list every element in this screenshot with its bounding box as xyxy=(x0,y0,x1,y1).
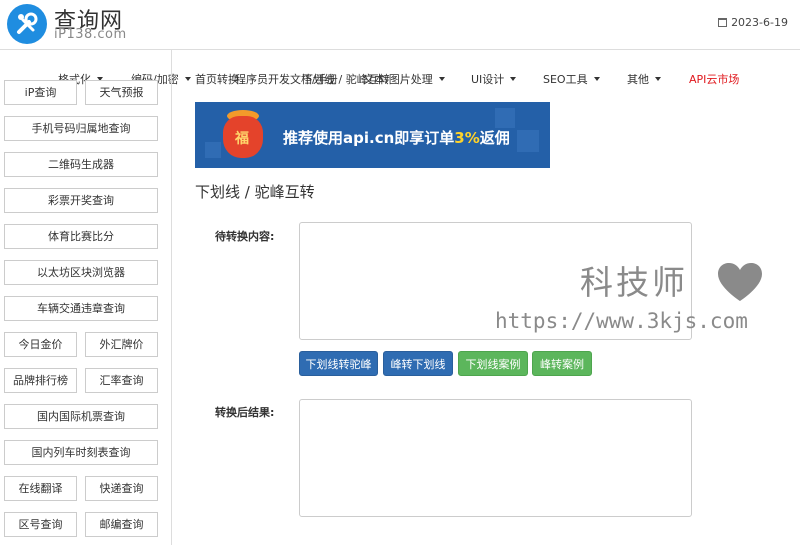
camel-to-underscore-button[interactable]: 峰转下划线 xyxy=(383,351,453,376)
header-date: 2023-6-19 xyxy=(718,16,788,29)
nav-other[interactable]: 其他 xyxy=(627,71,661,87)
sidebar-express[interactable]: 快递查询 xyxy=(85,476,158,501)
sidebar-traffic-violation[interactable]: 车辆交通违章查询 xyxy=(4,296,158,321)
sidebar-qrcode[interactable]: 二维码生成器 xyxy=(4,152,158,177)
sidebar-lottery[interactable]: 彩票开奖查询 xyxy=(4,188,158,213)
chevron-down-icon xyxy=(438,77,445,81)
nav-home[interactable]: 首页 xyxy=(195,71,217,87)
banner-text: 推荐使用api.cn即享订单3%返佣 xyxy=(283,129,510,147)
sidebar-phone-location[interactable]: 手机号码归属地查询 xyxy=(4,116,158,141)
sidebar-sports-score[interactable]: 体育比赛比分 xyxy=(4,224,158,249)
banner-decor-square xyxy=(205,142,221,158)
sidebar-ip-query[interactable]: iP查询 xyxy=(4,80,77,105)
sidebar-postcode[interactable]: 邮编查询 xyxy=(85,512,158,537)
sidebar-translate[interactable]: 在线翻译 xyxy=(4,476,77,501)
chevron-down-icon xyxy=(184,77,191,81)
output-textarea[interactable] xyxy=(299,399,692,517)
underscore-to-camel-button[interactable]: 下划线转驼峰 xyxy=(299,351,378,376)
sidebar-flight-tickets[interactable]: 国内国际机票查询 xyxy=(4,404,158,429)
chevron-down-icon xyxy=(510,77,517,81)
underscore-example-button[interactable]: 下划线案例 xyxy=(458,351,528,376)
nav-text-image[interactable]: 文本/图片处理 xyxy=(363,71,445,87)
logo-subtitle[interactable]: iP138.com xyxy=(54,27,127,42)
banner-decor-square xyxy=(517,130,539,152)
calendar-icon xyxy=(718,18,728,27)
promo-banner[interactable]: 福 推荐使用api.cn即享订单3%返佣 xyxy=(195,102,550,168)
sidebar-weather[interactable]: 天气预报 xyxy=(85,80,158,105)
input-label: 待转换内容: xyxy=(215,230,275,243)
site-header: 查询网 iP138.com 2023-6-19 xyxy=(0,0,800,50)
date-text: 2023-6-19 xyxy=(731,16,788,29)
sidebar: iP查询 天气预报 手机号码归属地查询 二维码生成器 彩票开奖查询 体育比赛比分… xyxy=(0,50,172,545)
sidebar-forex[interactable]: 外汇牌价 xyxy=(85,332,158,357)
watermark-url: https://www.3kjs.com xyxy=(495,309,748,333)
nav-ui-design[interactable]: UI设计 xyxy=(471,71,517,87)
sidebar-eth-explorer[interactable]: 以太坊区块浏览器 xyxy=(4,260,158,285)
camel-example-button[interactable]: 峰转案例 xyxy=(532,351,592,376)
sidebar-brand-rank[interactable]: 品牌排行榜 xyxy=(4,368,77,393)
chevron-down-icon xyxy=(655,77,661,81)
page-title: 下划线 / 驼峰互转 xyxy=(195,183,315,201)
sidebar-gold-price[interactable]: 今日金价 xyxy=(4,332,77,357)
sidebar-train-timetable[interactable]: 国内列车时刻表查询 xyxy=(4,440,158,465)
watermark-brand: 科技师 xyxy=(580,263,688,302)
banner-decor-square xyxy=(495,108,515,128)
logo-tools-icon[interactable] xyxy=(7,4,47,44)
sidebar-area-code[interactable]: 区号查询 xyxy=(4,512,77,537)
nav-api-market[interactable]: API云市场 xyxy=(689,71,739,87)
sidebar-exchange-rate[interactable]: 汇率查询 xyxy=(85,368,158,393)
chevron-down-icon xyxy=(593,77,600,81)
heart-icon xyxy=(718,263,762,301)
output-label: 转换后结果: xyxy=(215,406,275,419)
lucky-bag-char: 福 xyxy=(235,131,249,147)
nav-seo-tools[interactable]: SEO工具 xyxy=(543,71,600,87)
